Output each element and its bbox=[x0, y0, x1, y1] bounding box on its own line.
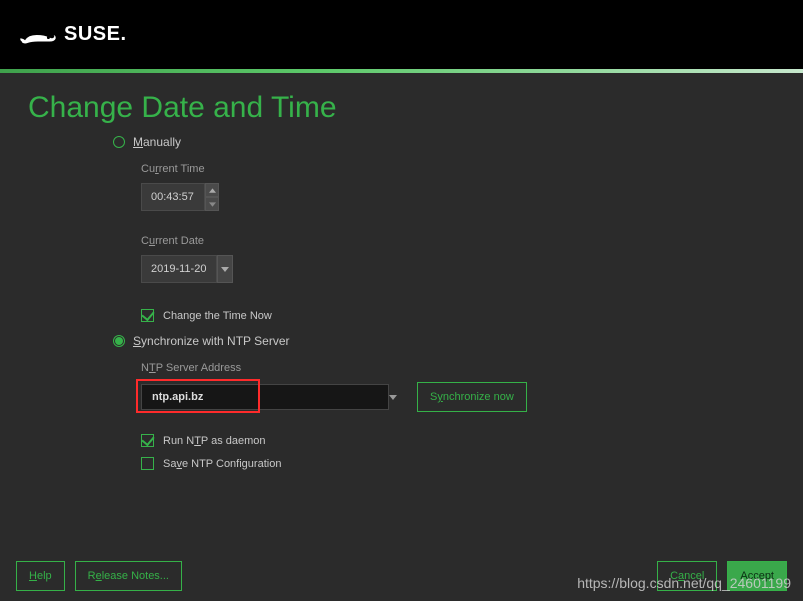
chevron-down-icon bbox=[389, 395, 397, 400]
date-input[interactable] bbox=[141, 255, 217, 283]
main-content: Change Date and Time Manually Current Ti… bbox=[0, 73, 803, 550]
release-notes-button[interactable]: Release Notes... bbox=[75, 561, 182, 591]
ntp-dropdown-button[interactable] bbox=[384, 385, 402, 409]
ntp-server-input[interactable]: ntp.api.bz bbox=[141, 384, 389, 410]
spin-down-icon[interactable] bbox=[205, 197, 219, 211]
title-bar: SUSE. bbox=[0, 0, 803, 69]
change-now-label: Change the Time Now bbox=[163, 310, 272, 322]
ntp-address-label: NTP Server Address bbox=[141, 362, 775, 374]
date-dropdown-button[interactable] bbox=[217, 255, 233, 283]
spin-up-icon[interactable] bbox=[205, 183, 219, 197]
help-button[interactable]: Help bbox=[16, 561, 65, 591]
cancel-button[interactable]: Cancel bbox=[657, 561, 717, 591]
footer-bar: Help Release Notes... Cancel Accept bbox=[0, 561, 803, 591]
brand-text: SUSE. bbox=[64, 23, 127, 46]
radio-sync-ntp[interactable]: Synchronize with NTP Server bbox=[113, 334, 775, 348]
chameleon-icon bbox=[18, 22, 58, 48]
checkbox-on-icon bbox=[141, 309, 154, 322]
current-time-label: Current Time bbox=[141, 163, 775, 175]
radio-off-icon bbox=[113, 136, 125, 148]
current-date-label: Current Date bbox=[141, 235, 775, 247]
radio-on-icon bbox=[113, 335, 125, 347]
checkbox-off-icon bbox=[141, 457, 154, 470]
radio-manually[interactable]: Manually bbox=[113, 135, 775, 149]
current-time-field[interactable] bbox=[141, 183, 221, 211]
current-date-field[interactable] bbox=[141, 255, 233, 283]
check-run-daemon[interactable]: Run NTP as daemon bbox=[141, 434, 775, 447]
chevron-down-icon bbox=[221, 267, 229, 272]
accept-button[interactable]: Accept bbox=[727, 561, 787, 591]
check-change-now[interactable]: Change the Time Now bbox=[141, 309, 775, 322]
synchronize-now-button[interactable]: Synchronize now bbox=[417, 382, 527, 412]
save-config-label: Save NTP Configuration bbox=[163, 458, 281, 470]
checkbox-on-icon bbox=[141, 434, 154, 447]
time-input[interactable] bbox=[141, 183, 205, 211]
suse-logo: SUSE. bbox=[18, 22, 127, 48]
time-spinner[interactable] bbox=[205, 183, 219, 211]
page-title: Change Date and Time bbox=[28, 91, 775, 125]
check-save-config[interactable]: Save NTP Configuration bbox=[141, 457, 775, 470]
run-daemon-label: Run NTP as daemon bbox=[163, 435, 266, 447]
